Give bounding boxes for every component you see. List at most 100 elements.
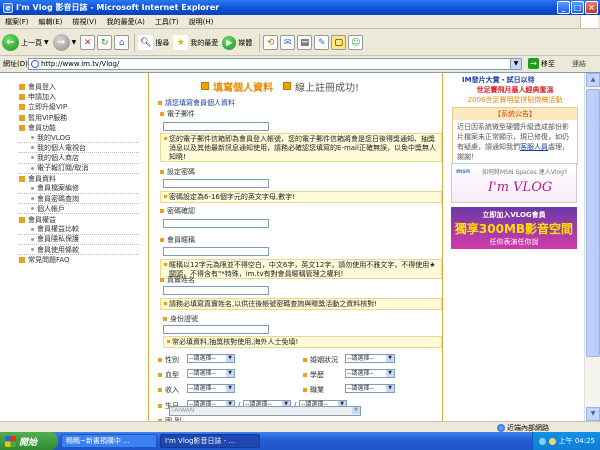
chevron-down-icon: ▼ (386, 385, 394, 392)
dot-icon (31, 146, 34, 150)
address-input[interactable]: http://www.im.tv/Vlog/ (28, 58, 522, 70)
password-label: 設定密碼 (160, 167, 195, 177)
support-link[interactable]: 客服人員 (520, 143, 548, 151)
menu-help[interactable]: 說明(H) (184, 17, 219, 27)
back-button[interactable]: ← 上一頁 ▼ (2, 34, 49, 51)
sidebar-item[interactable]: 我的個人電視台 (19, 143, 139, 154)
id-note: 常必填資料,抽獎核對使用,海外人士免填! (163, 336, 442, 348)
menu-view[interactable]: 檢視(V) (67, 17, 101, 27)
sidebar-item[interactable]: 申請加入 (19, 92, 139, 102)
promo-link-3[interactable]: 2006世足賽明星拼貼徵稿活動 (446, 95, 584, 105)
menu-favorites[interactable]: 我的最愛(A) (102, 17, 150, 27)
bullet-icon (19, 124, 25, 131)
home-icon[interactable]: ⌂ (114, 35, 130, 50)
menu-file[interactable]: 檔案(F) (0, 17, 34, 27)
search-button[interactable]: 🔍︎ 搜尋 (138, 35, 169, 50)
history-icon[interactable]: ⟲ (263, 35, 279, 50)
maximize-button[interactable]: □ (571, 1, 584, 14)
start-label: 開始 (19, 437, 38, 448)
messenger-icon[interactable]: ☺ (348, 35, 364, 50)
sidebar-item[interactable]: 暫用VIP服務 (19, 113, 139, 123)
taskbar-item-1[interactable]: 鴨鴨~新書預購中 ... (61, 434, 157, 448)
marital-select[interactable]: --請選擇-- ▼ (345, 354, 395, 363)
go-arrow-icon: → (528, 58, 539, 69)
sidebar-item[interactable]: 會員隱私保護 (19, 235, 139, 245)
menu-edit[interactable]: 編輯(E) (34, 17, 68, 27)
realname-field[interactable] (163, 286, 269, 295)
favorites-button[interactable]: ★ 我的最愛 (173, 35, 218, 50)
income-select[interactable]: --請選擇-- ▼ (187, 384, 235, 393)
sidebar-item[interactable]: 我的個人商店 (19, 153, 139, 164)
sidebar-item-label: 會員密碼查詢 (37, 194, 79, 203)
promo-link-1[interactable]: IM發片大賞・試日以待 (446, 75, 584, 85)
bullet-icon (19, 94, 25, 101)
menu-tools[interactable]: 工具(T) (150, 17, 184, 27)
confirm-password-field[interactable] (163, 219, 269, 228)
sidebar-item-label: 會員權益比較 (37, 225, 79, 234)
sidebar-item[interactable]: 常見問題FAQ (19, 255, 139, 265)
sidebar-item[interactable]: 會員檔案編修 (19, 184, 139, 195)
education-select[interactable]: --請選擇-- ▼ (345, 369, 395, 378)
page-heading: 填寫個人資料 線上註冊成功! (201, 78, 359, 94)
address-dropdown-icon[interactable]: ▼ (510, 58, 522, 70)
sidebar-item[interactable]: 立即升級VIP (19, 102, 139, 112)
sidebar-item-label: 會員使用條款 (37, 245, 79, 254)
occupation-label: 職業 (303, 385, 324, 395)
id-field[interactable] (163, 325, 269, 334)
chevron-down-icon: ▼ (226, 385, 234, 392)
stop-icon[interactable]: ✕ (80, 35, 96, 50)
sidebar-item[interactable]: 會員資料 (19, 174, 139, 184)
gender-select[interactable]: --請選擇-- ▼ (187, 354, 235, 363)
nickname-field[interactable] (163, 247, 269, 256)
favorites-label: 我的最愛 (190, 38, 219, 47)
country-select[interactable]: TAIWAN ▼ (169, 406, 361, 416)
links-button[interactable]: 連結 (572, 59, 586, 69)
close-button[interactable]: × (585, 1, 598, 14)
notice-body: 近日因系統微型硬體升級造成部份影片檔案未正常顯示，現已修復，如仍有疑慮，請通知我… (457, 123, 569, 161)
discuss-icon[interactable]: ▢ (331, 35, 347, 50)
sidebar-item[interactable]: 會員權益比較 (19, 225, 139, 235)
email-label: 電子郵件 (160, 109, 195, 119)
window-title: I'm Vlog 影音日誌 - Microsoft Internet Explo… (16, 3, 220, 12)
network-icon[interactable] (538, 437, 546, 445)
sidebar-item-label: 常見問題FAQ (28, 256, 70, 265)
volume-icon[interactable] (548, 437, 556, 445)
sidebar-item[interactable]: 電子報訂閱/取消 (19, 164, 139, 174)
minimize-button[interactable]: _ (557, 1, 570, 14)
vlog-member-banner[interactable]: 立即加入VLOG會員 獨享300MB影音空間 任你表演任你說 (451, 207, 577, 249)
forward-button[interactable]: → ▼ (52, 34, 76, 51)
scroll-up-icon[interactable]: ▲ (586, 73, 600, 87)
system-notice: 【系統公告】 近日因系統微型硬體升級造成部份影片檔案未正常顯示，現已修復，如仍有… (452, 107, 578, 165)
window-titlebar[interactable]: e I'm Vlog 影音日誌 - Microsoft Internet Exp… (0, 0, 600, 15)
email-field[interactable] (163, 122, 269, 131)
occupation-select[interactable]: --請選擇-- ▼ (345, 384, 395, 393)
scroll-down-icon[interactable]: ▼ (586, 407, 600, 421)
sidebar-item[interactable]: 會員使用條款 (19, 245, 139, 256)
blood-select[interactable]: --請選擇-- ▼ (187, 369, 235, 378)
page-subtitle: 線上註冊成功! (295, 82, 360, 94)
media-button[interactable]: ▶ 媒體 (222, 35, 252, 50)
marital-label: 婚姻狀況 (303, 355, 338, 365)
taskbar-item-2[interactable]: I'm Vlog影音日誌 - ... (160, 434, 260, 448)
back-arrow-icon: ← (2, 34, 19, 51)
start-button[interactable]: 開始 (0, 432, 58, 450)
scroll-thumb[interactable] (586, 89, 600, 357)
password-field[interactable] (163, 179, 269, 188)
print-icon[interactable]: ▤ (297, 35, 313, 50)
go-button[interactable]: → 移至 (528, 58, 555, 69)
sidebar-item[interactable]: 會員密碼查詢 (19, 194, 139, 205)
refresh-icon[interactable]: ↻ (97, 35, 113, 50)
education-label: 學歷 (303, 370, 324, 380)
sidebar-item[interactable]: 個人帳戶 (19, 204, 139, 215)
sidebar-item[interactable]: 會員權益 (19, 214, 139, 224)
vertical-scrollbar[interactable]: ▲ ▼ (584, 73, 600, 421)
msn-spaces-banner[interactable]: msn 如何將MSN Spaces 連入Vlog? I'm VLOG (451, 163, 577, 203)
promo-link-2[interactable]: 世足賽飛月最人經典重溫 (446, 85, 584, 95)
sidebar: 會員登入 申請加入 立即升級VIP 暫用VIP服務 會員功能 我的VLOG 我的個人電視台我… (0, 73, 140, 421)
mail-icon[interactable]: ✉ (280, 35, 296, 50)
sidebar-item[interactable]: 會員功能 (19, 123, 139, 133)
sidebar-item[interactable]: 我的VLOG (19, 133, 139, 144)
sidebar-item[interactable]: 會員登入 (19, 82, 139, 92)
sidebar-item-label: 我的個人商店 (37, 153, 79, 162)
edit-icon[interactable]: ✎ (314, 35, 330, 50)
